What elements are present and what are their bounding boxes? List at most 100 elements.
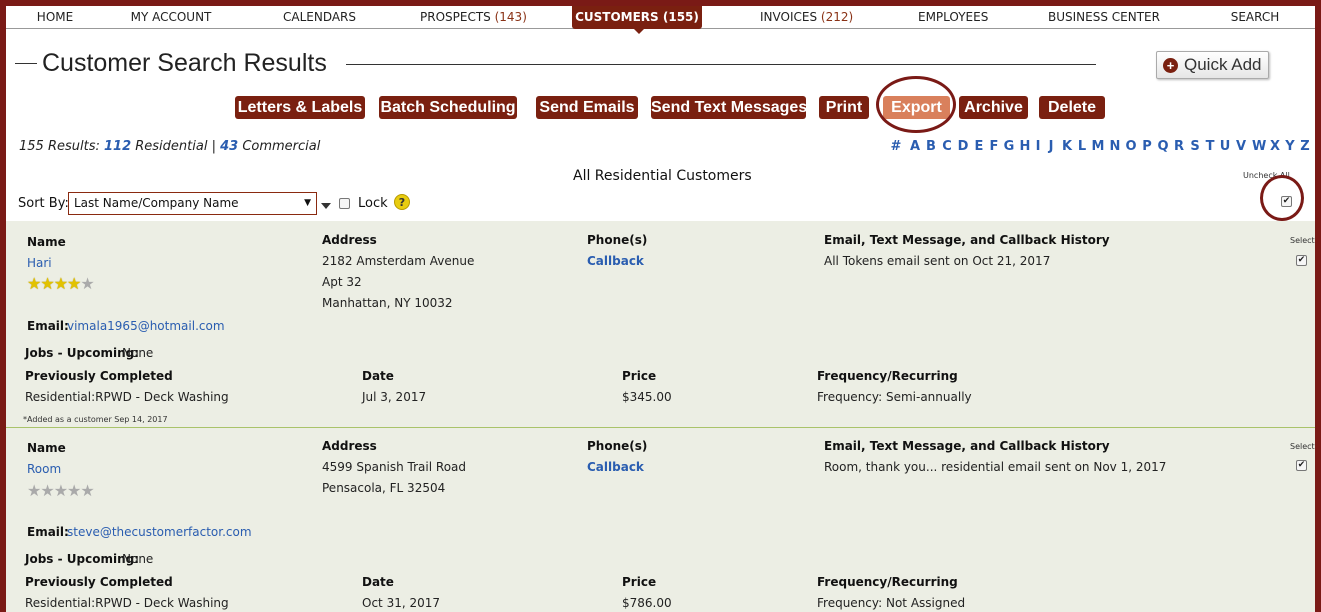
address-line: Pensacola, FL 32504 xyxy=(322,481,446,495)
star-icon: ★ xyxy=(67,481,81,500)
select-header: Select xyxy=(1290,236,1315,245)
alpha-link[interactable]: G xyxy=(1002,139,1016,154)
alpha-link[interactable]: J xyxy=(1044,139,1058,154)
quick-add-label: Quick Add xyxy=(1184,55,1262,74)
export-highlight-ring xyxy=(876,76,956,133)
alpha-link[interactable]: W xyxy=(1252,139,1266,154)
batch-scheduling-button[interactable]: Batch Scheduling xyxy=(379,96,517,119)
quick-add-button[interactable]: + Quick Add xyxy=(1156,51,1269,79)
nav-label: INVOICES xyxy=(760,10,818,24)
alpha-link[interactable]: U xyxy=(1218,139,1232,154)
alpha-link[interactable]: C xyxy=(940,139,954,154)
alpha-link[interactable]: M xyxy=(1091,139,1105,154)
nav-count: (143) xyxy=(494,10,527,24)
alpha-link[interactable]: # xyxy=(889,139,903,154)
sort-select[interactable]: Last Name/Company Name ▼ xyxy=(68,192,317,215)
nav-label: HOME xyxy=(36,10,74,24)
select-header: Select xyxy=(1290,442,1315,451)
nav-my-account[interactable]: MY ACCOUNT xyxy=(130,6,212,29)
page-title: Customer Search Results xyxy=(42,49,327,77)
alpha-link[interactable]: F xyxy=(987,139,1001,154)
star-icon: ★ xyxy=(80,481,94,500)
customer-select-checkbox[interactable]: ✔ xyxy=(1296,255,1307,266)
alpha-link[interactable]: N xyxy=(1108,139,1122,154)
alpha-link[interactable]: R xyxy=(1172,139,1186,154)
prev-date: Oct 31, 2017 xyxy=(362,596,440,610)
nav-prospects[interactable]: PROSPECTS (143) xyxy=(420,6,527,29)
alpha-link[interactable]: A xyxy=(908,139,922,154)
callback-link[interactable]: Callback xyxy=(587,460,644,474)
active-nav-pointer xyxy=(634,29,644,34)
star-icon: ★ xyxy=(27,274,41,293)
sort-label: Sort By: xyxy=(18,196,69,211)
price-header: Price xyxy=(622,575,657,589)
alpha-link[interactable]: Y xyxy=(1283,139,1297,154)
nav-label: CUSTOMERS xyxy=(575,10,659,24)
alpha-link[interactable]: T xyxy=(1203,139,1217,154)
alpha-link[interactable]: Z xyxy=(1298,139,1312,154)
dropdown-triangle-icon: ▼ xyxy=(304,198,311,208)
alpha-link[interactable]: S xyxy=(1188,139,1202,154)
email-label: Email: xyxy=(27,319,69,333)
alpha-link[interactable]: O xyxy=(1124,139,1138,154)
alpha-link[interactable]: V xyxy=(1234,139,1248,154)
nav-search[interactable]: SEARCH xyxy=(1230,6,1280,29)
history-header: Email, Text Message, and Callback Histor… xyxy=(824,233,1110,247)
archive-button[interactable]: Archive xyxy=(959,96,1028,119)
customer-name-link[interactable]: Room xyxy=(27,462,61,476)
nav-business-center[interactable]: BUSINESS CENTER xyxy=(1048,6,1160,29)
results-prefix: 155 Results: xyxy=(19,139,104,154)
alpha-link[interactable]: B xyxy=(924,139,938,154)
alpha-link[interactable]: P xyxy=(1140,139,1154,154)
commercial-count-link[interactable]: 43 xyxy=(220,139,238,154)
date-header: Date xyxy=(362,369,394,383)
nav-label: EMPLOYEES xyxy=(918,10,989,24)
callback-link[interactable]: Callback xyxy=(587,254,644,268)
nav-label: MY ACCOUNT xyxy=(130,10,212,24)
frequency-header: Frequency/Recurring xyxy=(817,369,958,383)
alpha-link[interactable]: E xyxy=(972,139,986,154)
nav-label: SEARCH xyxy=(1230,10,1280,24)
nav-calendars[interactable]: CALENDARS xyxy=(282,6,357,29)
star-icon: ★ xyxy=(40,274,54,293)
nav-invoices[interactable]: INVOICES (212) xyxy=(760,6,853,29)
star-icon: ★ xyxy=(27,481,41,500)
alpha-link[interactable]: I xyxy=(1031,139,1045,154)
star-icon: ★ xyxy=(53,274,68,293)
phones-header: Phone(s) xyxy=(587,439,648,453)
customer-email-link[interactable]: steve@thecustomerfactor.com xyxy=(67,525,252,539)
send-text-messages-button[interactable]: Send Text Messages xyxy=(651,96,807,119)
alpha-link[interactable]: D xyxy=(956,139,970,154)
chevron-down-icon[interactable] xyxy=(321,203,331,209)
address-line: Apt 32 xyxy=(322,275,362,289)
send-emails-button[interactable]: Send Emails xyxy=(536,96,638,119)
delete-button[interactable]: Delete xyxy=(1039,96,1105,119)
customer-email-link[interactable]: vimala1965@hotmail.com xyxy=(67,319,225,333)
residential-count-link[interactable]: 112 xyxy=(104,139,131,154)
checkbox-highlight-ring xyxy=(1260,175,1304,221)
alpha-link[interactable]: K xyxy=(1060,139,1074,154)
alpha-link[interactable]: H xyxy=(1018,139,1032,154)
nav-customers[interactable]: CUSTOMERS (155) xyxy=(572,6,702,29)
print-button[interactable]: Print xyxy=(819,96,869,119)
star-icon: ★ xyxy=(53,481,68,500)
prev-service: Residential:RPWD - Deck Washing xyxy=(25,596,229,610)
prev-completed-header: Previously Completed xyxy=(25,575,173,589)
date-header: Date xyxy=(362,575,394,589)
letters-labels-button[interactable]: Letters & Labels xyxy=(235,96,365,119)
prev-completed-header: Previously Completed xyxy=(25,369,173,383)
alpha-link[interactable]: Q xyxy=(1156,139,1170,154)
alpha-link[interactable]: X xyxy=(1268,139,1282,154)
nav-home[interactable]: HOME xyxy=(30,6,80,29)
alpha-link[interactable]: L xyxy=(1075,139,1089,154)
address-line: Manhattan, NY 10032 xyxy=(322,296,453,310)
added-note: *Added as a customer Sep 14, 2017 xyxy=(23,415,168,424)
phones-header: Phone(s) xyxy=(587,233,648,247)
customer-select-checkbox[interactable]: ✔ xyxy=(1296,460,1307,471)
nav-employees[interactable]: EMPLOYEES xyxy=(918,6,988,29)
customer-name-link[interactable]: Hari xyxy=(27,256,52,270)
lock-checkbox[interactable] xyxy=(339,198,350,209)
question-icon[interactable]: ? xyxy=(394,194,410,210)
history-entry: All Tokens email sent on Oct 21, 2017 xyxy=(824,254,1051,268)
jobs-upcoming-value: None xyxy=(122,346,154,360)
